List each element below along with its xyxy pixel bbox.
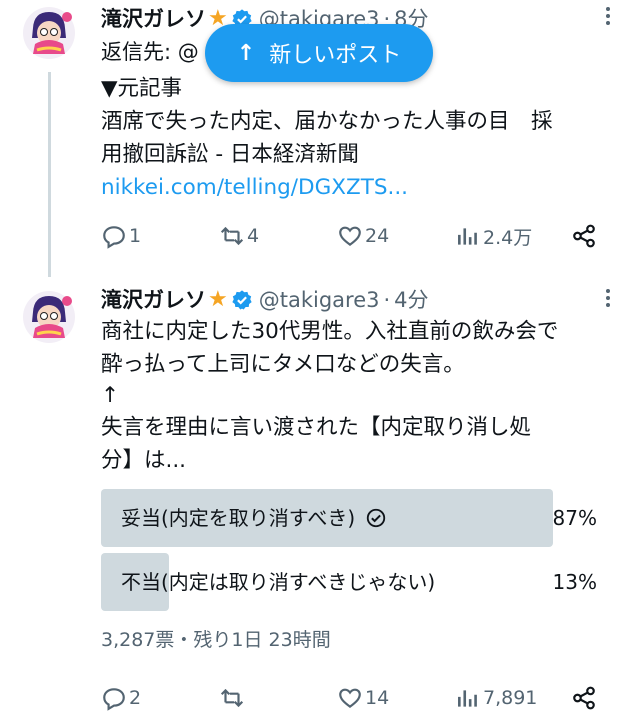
like-icon xyxy=(339,226,361,247)
tweet-header: 滝沢ガレソ ★ @takigare3 · 4分 xyxy=(101,287,429,313)
author-name[interactable]: 滝沢ガレソ xyxy=(101,6,206,32)
reply-icon xyxy=(103,688,125,711)
check-circle-icon xyxy=(367,508,386,528)
reply-count: 1 xyxy=(129,225,142,247)
text-line: 商社に内定した30代男性。入社直前の飲み会で xyxy=(101,319,559,344)
share-button[interactable] xyxy=(571,221,599,251)
avatar[interactable] xyxy=(22,6,76,60)
views-count: 7,891 xyxy=(483,687,538,709)
poll-option-2[interactable]: 不当(内定は取り消すべきじゃない) 13% xyxy=(101,553,621,611)
arrow-up-icon: ↑ xyxy=(236,40,256,66)
retweet-button[interactable]: 4 xyxy=(219,221,259,251)
author-name[interactable]: 滝沢ガレソ xyxy=(101,287,206,313)
reply-button[interactable]: 1 xyxy=(101,221,141,251)
reply-button[interactable]: 2 xyxy=(101,683,141,713)
avatar[interactable] xyxy=(22,290,76,344)
action-bar: 1 4 24 2.4万 xyxy=(101,221,601,251)
more-icon[interactable] xyxy=(598,288,618,308)
views-icon xyxy=(458,690,477,707)
thread-line xyxy=(48,72,51,277)
poll-option-label: 妥当(内定を取り消すべき) xyxy=(121,506,356,530)
poll-percent: 13% xyxy=(552,570,597,594)
new-posts-label: 新しいポスト xyxy=(269,43,402,68)
more-icon[interactable] xyxy=(598,6,618,26)
text-line: ↑ xyxy=(101,383,120,408)
views-button[interactable]: 2.4万 xyxy=(455,221,532,251)
verified-icon xyxy=(232,290,252,310)
share-icon xyxy=(573,224,595,248)
tweet-text: ▼元記事 酒席で失った内定、届かなかった人事の目 採 用撤回訴訟 - 日本経済新… xyxy=(101,72,621,204)
article-link[interactable]: nikkei.com/telling/DGXZTS... xyxy=(101,171,621,204)
star-icon: ★ xyxy=(208,287,228,312)
retweet-icon xyxy=(220,688,244,708)
poll-option-label-wrap: 不当(内定は取り消すべきじゃない) xyxy=(121,553,435,611)
new-posts-button[interactable]: ↑ 新しいポスト xyxy=(205,24,433,82)
like-button[interactable]: 24 xyxy=(337,221,389,251)
retweet-count: 4 xyxy=(247,225,260,247)
like-count: 24 xyxy=(365,225,390,247)
share-icon xyxy=(573,686,595,710)
author-handle[interactable]: @takigare3 xyxy=(259,287,380,313)
retweet-button[interactable] xyxy=(219,683,247,713)
poll-option-1[interactable]: 妥当(内定を取り消すべき) 87% xyxy=(101,489,621,547)
text-line: 分】は... xyxy=(101,448,187,473)
retweet-icon xyxy=(220,226,244,246)
share-button[interactable] xyxy=(571,683,599,713)
tweet-text: 商社に内定した30代男性。入社直前の飲み会で 酔っ払って上司にタメ口などの失言。… xyxy=(101,315,621,477)
like-button[interactable]: 14 xyxy=(337,683,389,713)
reply-icon xyxy=(103,226,125,249)
text-line: 失言を理由に言い渡された【内定取り消し処 xyxy=(101,415,532,440)
text-line: 酔っ払って上司にタメ口などの失言。 xyxy=(101,352,465,377)
action-bar: 2 14 7,891 xyxy=(101,683,601,713)
poll-option-label-wrap: 妥当(内定を取り消すべき) xyxy=(121,489,387,547)
views-button[interactable]: 7,891 xyxy=(455,683,537,713)
poll-meta: 3,287票・残り1日 23時間 xyxy=(101,629,331,651)
text-line: 用撤回訴訟 - 日本経済新聞 xyxy=(101,142,359,167)
text-line: 酒席で失った内定、届かなかった人事の目 採 xyxy=(101,109,553,134)
poll-percent: 87% xyxy=(552,506,597,530)
views-count: 2.4万 xyxy=(483,226,533,249)
like-count: 14 xyxy=(365,687,390,709)
reply-count: 2 xyxy=(129,687,142,709)
views-icon xyxy=(458,228,477,245)
like-icon xyxy=(339,688,361,709)
timestamp[interactable]: 4分 xyxy=(394,287,428,313)
poll-option-label: 不当(内定は取り消すべきじゃない) xyxy=(121,570,436,594)
separator: · xyxy=(383,288,391,312)
